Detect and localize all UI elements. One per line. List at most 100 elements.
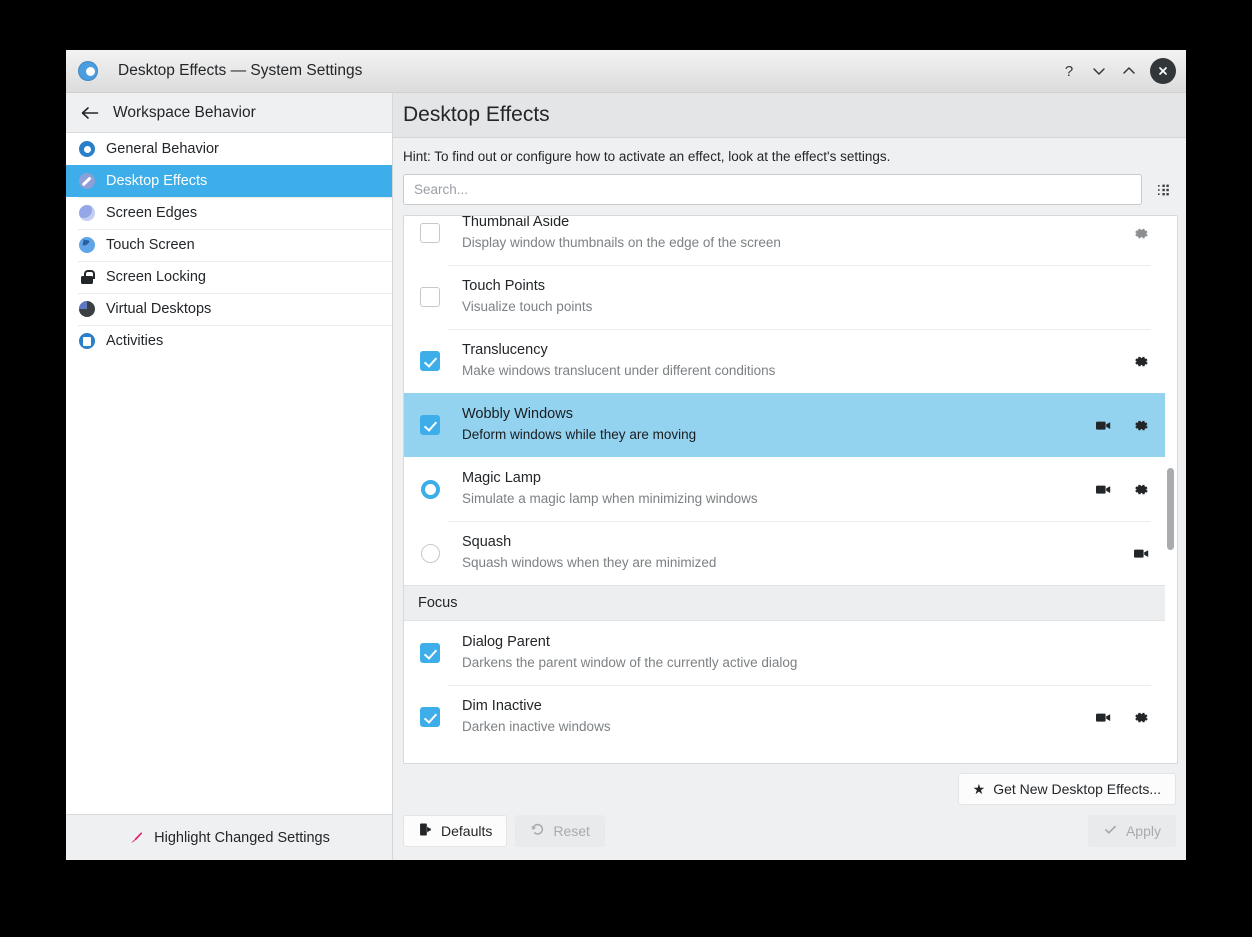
reset-button[interactable]: Reset [515, 815, 605, 847]
effect-actions [1131, 351, 1165, 371]
sidebar-item-activities[interactable]: Activities [66, 325, 392, 357]
get-new-desktop-effects-button[interactable]: ★ Get New Desktop Effects... [957, 773, 1176, 805]
gear-icon[interactable] [1131, 415, 1151, 435]
gear-icon[interactable] [1131, 707, 1151, 727]
touch-screen-icon [78, 236, 96, 254]
effect-text: Squash Squash windows when they are mini… [442, 532, 1131, 573]
get-new-desktop-effects-label: Get New Desktop Effects... [993, 781, 1161, 797]
group-header-focus: Focus [404, 585, 1165, 621]
title-bar: Desktop Effects — System Settings ? [66, 50, 1186, 93]
list-scrollbar[interactable] [1167, 218, 1174, 761]
sidebar-item-label: Activities [106, 333, 164, 349]
effect-actions [1131, 543, 1165, 563]
sidebar-item-virtual-desktops[interactable]: Virtual Desktops [66, 293, 392, 325]
effect-toggle[interactable] [418, 479, 442, 499]
checkbox-unchecked-icon[interactable] [420, 223, 440, 243]
effect-row[interactable]: Wobbly Windows Deform windows while they… [404, 393, 1165, 457]
search-input[interactable] [414, 182, 1131, 197]
effect-description: Display window thumbnails on the edge of… [462, 235, 781, 251]
undo-icon [530, 822, 545, 840]
effect-name: Translucency [462, 342, 548, 359]
app-icon [78, 61, 98, 81]
video-icon[interactable] [1093, 707, 1113, 727]
gear-icon[interactable] [1131, 479, 1151, 499]
effect-name: Thumbnail Aside [462, 215, 570, 231]
search-row [393, 170, 1186, 215]
effect-row[interactable]: Touch Points Visualize touch points [404, 265, 1165, 329]
effect-actions [1093, 415, 1165, 435]
sidebar-item-general-behavior[interactable]: General Behavior [66, 133, 392, 165]
main-header: Desktop Effects [393, 93, 1186, 138]
effect-actions [1131, 223, 1165, 243]
checkbox-checked-icon[interactable] [420, 643, 440, 663]
effect-text: Dim Inactive Darken inactive windows [442, 696, 1093, 737]
effect-description: Squash windows when they are minimized [462, 555, 717, 571]
minimize-button[interactable] [1084, 56, 1114, 86]
gear-icon[interactable] [1131, 223, 1151, 243]
back-arrow-icon[interactable] [79, 102, 101, 124]
effects-list: Thumbnail Aside Display window thumbnail… [403, 215, 1178, 764]
effect-text: Translucency Make windows translucent un… [442, 340, 1131, 381]
configure-button[interactable] [1148, 175, 1178, 205]
close-button[interactable] [1150, 58, 1176, 84]
checkbox-checked-icon[interactable] [420, 351, 440, 371]
sidebar-item-screen-edges[interactable]: Screen Edges [66, 197, 392, 229]
effects-list-content: Thumbnail Aside Display window thumbnail… [404, 215, 1177, 749]
checkbox-checked-icon[interactable] [420, 415, 440, 435]
effect-name: Touch Points [462, 278, 546, 295]
reset-label: Reset [553, 823, 590, 839]
effect-description: Simulate a magic lamp when minimizing wi… [462, 491, 758, 507]
sidebar-item-desktop-effects[interactable]: Desktop Effects [66, 165, 392, 197]
window-body: Workspace Behavior General Behavior Desk… [66, 93, 1186, 860]
effect-row[interactable]: Dim Inactive Darken inactive windows [404, 685, 1165, 749]
effect-toggle[interactable] [418, 223, 442, 243]
effect-row[interactable]: Translucency Make windows translucent un… [404, 329, 1165, 393]
radio-unchecked-icon[interactable] [420, 543, 440, 563]
defaults-button[interactable]: Defaults [403, 815, 508, 847]
gear-icon[interactable] [1131, 351, 1151, 371]
effect-text: Touch Points Visualize touch points [442, 276, 1151, 317]
scrollbar-thumb[interactable] [1167, 468, 1174, 550]
effect-description: Darkens the parent window of the current… [462, 655, 798, 671]
defaults-icon [418, 822, 433, 840]
sidebar-item-touch-screen[interactable]: Touch Screen [66, 229, 392, 261]
effect-row[interactable]: Squash Squash windows when they are mini… [404, 521, 1165, 585]
effect-text: Wobbly Windows Deform windows while they… [442, 404, 1093, 445]
window-title: Desktop Effects — System Settings [118, 62, 363, 79]
maximize-button[interactable] [1114, 56, 1144, 86]
effect-toggle[interactable] [418, 707, 442, 727]
checkbox-unchecked-icon[interactable] [420, 287, 440, 307]
video-icon[interactable] [1093, 415, 1113, 435]
sidebar-item-label: Desktop Effects [106, 173, 208, 189]
sidebar-item-label: General Behavior [106, 141, 219, 157]
effect-name: Magic Lamp [462, 470, 541, 487]
effect-row[interactable]: Magic Lamp Simulate a magic lamp when mi… [404, 457, 1165, 521]
sidebar-header[interactable]: Workspace Behavior [66, 93, 392, 133]
sidebar-back-label: Workspace Behavior [113, 103, 256, 121]
sidebar-item-label: Screen Locking [106, 269, 206, 285]
effect-toggle[interactable] [418, 351, 442, 371]
checkbox-checked-icon[interactable] [420, 707, 440, 727]
sidebar-item-screen-locking[interactable]: Screen Locking [66, 261, 392, 293]
highlight-changed-settings-button[interactable]: Highlight Changed Settings [118, 826, 340, 850]
screen-edges-icon [78, 204, 96, 222]
hint-text: Hint: To find out or configure how to ac… [403, 149, 891, 164]
radio-checked-icon[interactable] [420, 479, 440, 499]
video-icon[interactable] [1131, 543, 1151, 563]
effect-actions [1093, 707, 1165, 727]
video-icon[interactable] [1093, 479, 1113, 499]
effect-row[interactable]: Dialog Parent Darkens the parent window … [404, 621, 1165, 685]
effect-toggle[interactable] [418, 643, 442, 663]
effect-row[interactable]: Thumbnail Aside Display window thumbnail… [404, 215, 1165, 265]
effect-toggle[interactable] [418, 287, 442, 307]
search-box[interactable] [403, 174, 1142, 205]
help-button[interactable]: ? [1054, 56, 1084, 86]
effect-toggle[interactable] [418, 415, 442, 435]
effect-name: Dialog Parent [462, 634, 550, 651]
effect-actions [1093, 479, 1165, 499]
sidebar-footer: Highlight Changed Settings [66, 814, 392, 860]
effect-toggle[interactable] [418, 543, 442, 563]
sidebar-list: General Behavior Desktop Effects Screen … [66, 133, 392, 814]
apply-button[interactable]: Apply [1087, 815, 1176, 847]
highlight-changed-settings-label: Highlight Changed Settings [154, 829, 330, 846]
